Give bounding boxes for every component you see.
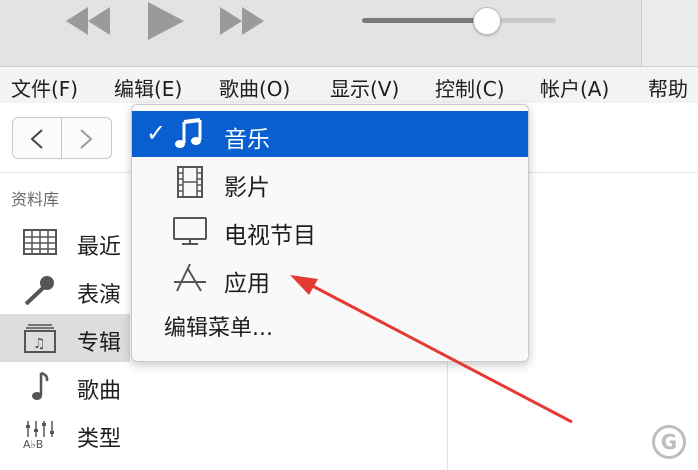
- watermark-logo: G: [652, 425, 686, 459]
- annotation-arrow: [290, 275, 573, 424]
